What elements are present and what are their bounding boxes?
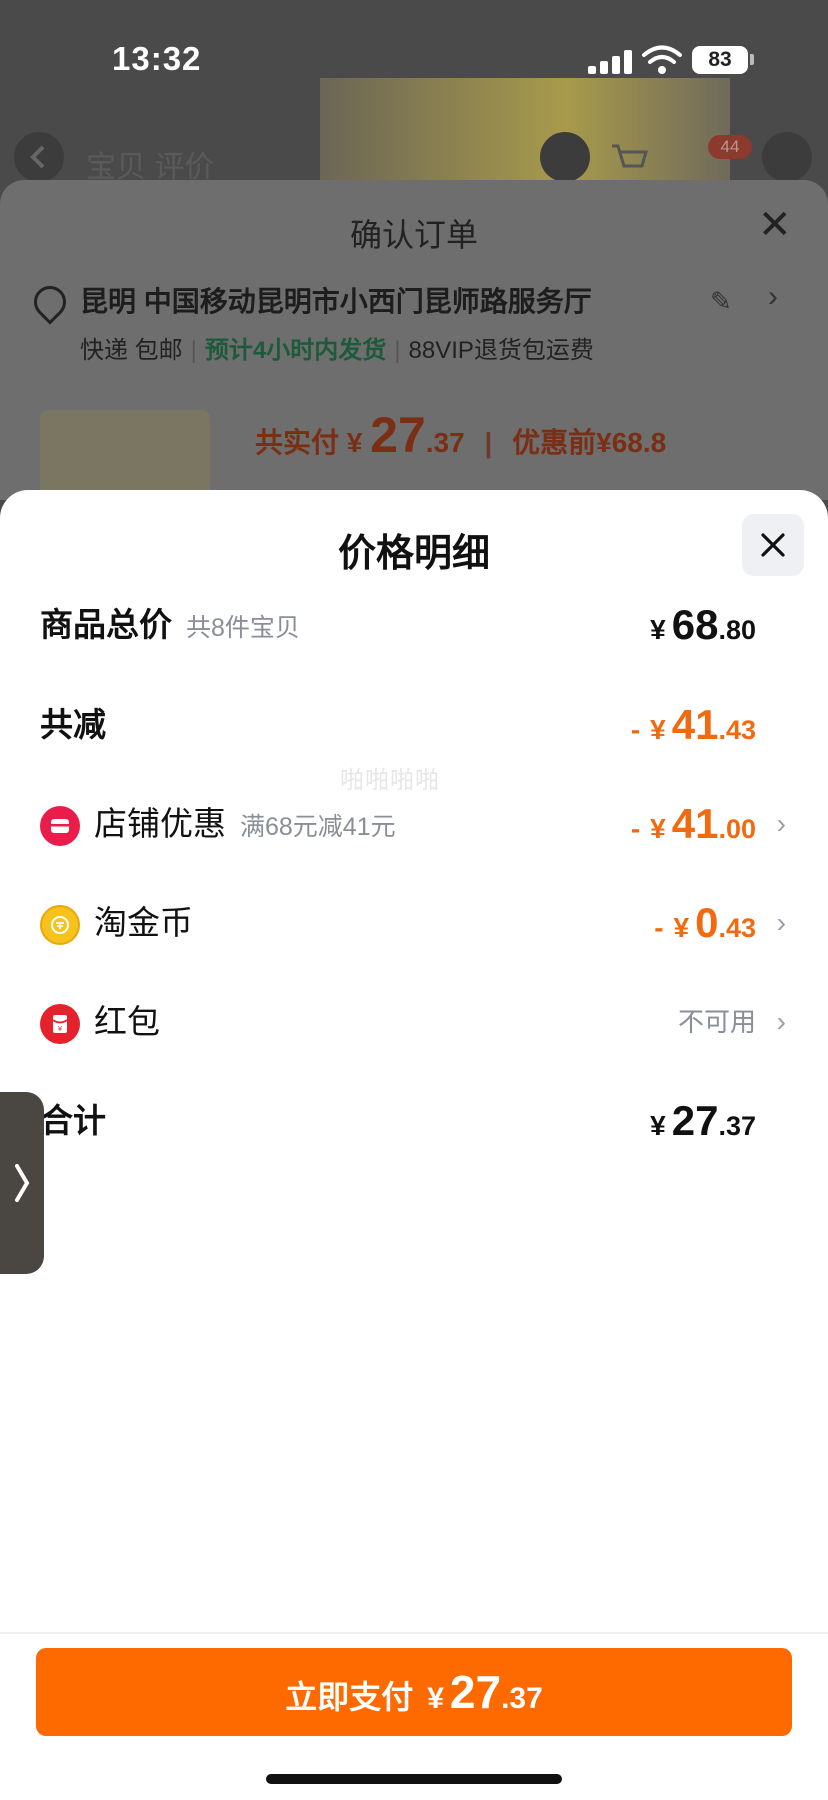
edit-icon: ✎: [710, 286, 732, 316]
total-reduction-amount: - ¥41.43: [630, 701, 756, 748]
shipping-method: 快递 包邮: [80, 337, 183, 364]
confirm-order-sheet: 确认订单 ✕ 昆明 中国移动昆明市小西门昆师路服务厅 ✎ › 快递 包邮 | 预计4…: [0, 180, 828, 500]
order-title: 确认订单: [349, 217, 478, 253]
status-bar: 13:32 83: [0, 0, 828, 120]
battery-icon: 83: [692, 46, 748, 74]
pay-now-label: 立即支付: [285, 1679, 414, 1715]
order-total-label: 共实付: [255, 427, 340, 458]
more-icon: [762, 132, 812, 182]
goods-total-row: 商品总价 共8件宝贝 ¥68.80: [0, 595, 828, 655]
back-button: [14, 132, 64, 182]
cart-icon: [604, 132, 654, 182]
cellular-signal-icon: [588, 48, 632, 74]
red-packet-row[interactable]: ¥ 红包 不可用 ›: [0, 992, 828, 1052]
tao-coin-amount: - ¥0.43: [654, 899, 756, 946]
return-policy: 88VIP退货包运费: [408, 337, 594, 364]
chevron-right-icon: ›: [776, 808, 786, 839]
pay-now-currency: ¥: [427, 1682, 444, 1715]
red-packet-status: 不可用: [677, 1007, 756, 1037]
shop-discount-row[interactable]: 店铺优惠 满68元减41元 - ¥41.00 ›: [0, 794, 828, 854]
total-reduction-label: 共减: [40, 706, 106, 743]
before-discount-price: 优惠前¥68.8: [512, 427, 667, 458]
tao-coin-row[interactable]: 淘金币 - ¥0.43 ›: [0, 893, 828, 953]
pay-now-button[interactable]: 立即支付 ¥27.37: [36, 1648, 792, 1736]
svg-text:¥: ¥: [58, 1025, 63, 1033]
order-total-decimal: .37: [425, 427, 465, 458]
location-icon: [27, 279, 73, 325]
home-indicator: [266, 1774, 562, 1784]
order-total-currency: ¥: [346, 427, 363, 458]
red-packet-icon: ¥: [40, 1004, 80, 1044]
sum-amount: ¥27.37: [650, 1097, 756, 1144]
tao-coin-label: 淘金币: [94, 904, 193, 941]
status-time: 13:32: [112, 40, 202, 77]
close-icon: [761, 533, 785, 557]
product-thumbnail: [40, 410, 210, 500]
share-button: [540, 132, 590, 182]
chevron-right-icon: [15, 1164, 30, 1202]
battery-tip: [750, 54, 754, 65]
close-button[interactable]: [742, 514, 804, 576]
pay-now-integer: 27: [449, 1666, 502, 1718]
sheet-title: 价格明细: [337, 533, 490, 575]
bottom-divider: [0, 1632, 828, 1634]
sum-label: 合计: [40, 1102, 106, 1139]
watermark-text: 啪啪啪啪: [340, 767, 440, 794]
order-total-integer: 27: [370, 407, 426, 463]
coin-icon: [40, 905, 80, 945]
chevron-right-icon: ›: [768, 280, 778, 313]
order-close-icon: ✕: [758, 203, 792, 247]
chevron-right-icon: ›: [776, 1006, 786, 1037]
wifi-icon: [642, 45, 682, 74]
side-drawer-handle[interactable]: [0, 1092, 44, 1274]
shipping-info: 快递 包邮 | 预计4小时内发货 | 88VIP退货包运费: [80, 337, 594, 364]
cart-badge: 44: [708, 135, 752, 159]
shop-discount-amount: - ¥41.00: [630, 800, 756, 847]
red-packet-label: 红包: [94, 1003, 160, 1040]
goods-total-label: 商品总价 共8件宝贝: [40, 606, 300, 643]
chevron-right-icon: ›: [776, 907, 786, 938]
shipping-eta: 预计4小时内发货: [204, 337, 387, 364]
shop-discount-label: 店铺优惠 满68元减41元: [94, 805, 396, 842]
shop-icon: [40, 806, 80, 846]
goods-total-amount: ¥68.80: [650, 601, 756, 648]
sum-row: 合计 ¥27.37: [0, 1091, 828, 1151]
shop-discount-rule: 满68元减41元: [240, 813, 396, 841]
back-icon: [30, 145, 45, 169]
total-reduction-row: 共减 - ¥41.43: [0, 695, 828, 755]
order-total: 共实付 ¥ 27.37 | 优惠前¥68.8: [255, 407, 667, 463]
price-detail-sheet: 价格明细 商品总价 共8件宝贝 ¥68.80 共减 - ¥41.43 店铺优惠 满68…: [0, 490, 828, 1800]
goods-count: 共8件宝贝: [186, 614, 300, 642]
address-text: 昆明 中国移动昆明市小西门昆师路服务厅: [80, 286, 592, 317]
pay-now-decimal: .37: [501, 1682, 543, 1715]
